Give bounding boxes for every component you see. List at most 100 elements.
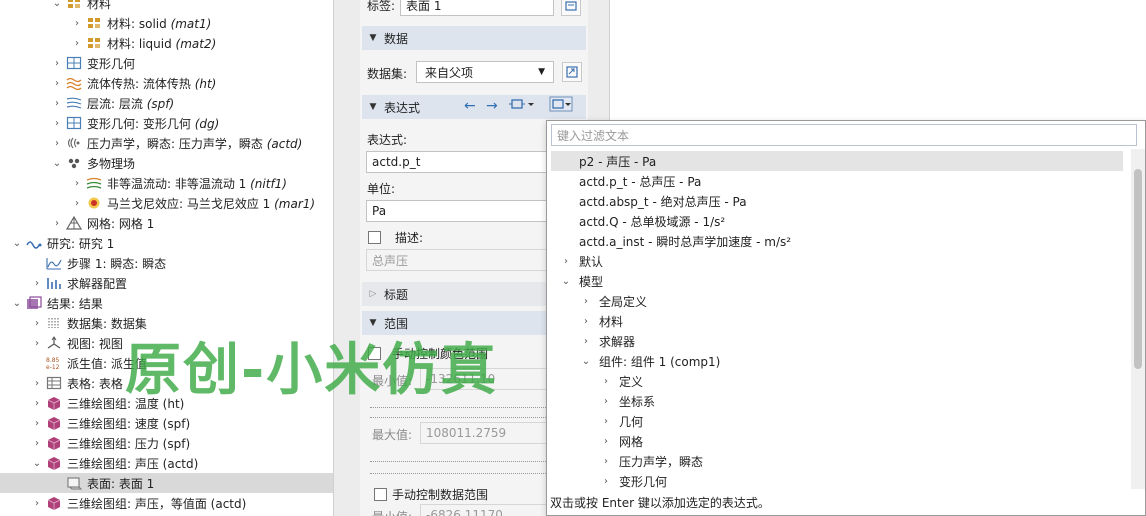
collapsed-chevron-icon[interactable]: ›: [30, 398, 44, 409]
collapsed-chevron-icon[interactable]: ›: [30, 498, 44, 509]
collapsed-chevron-icon[interactable]: ›: [70, 198, 84, 209]
expression-field[interactable]: actd.p_t: [366, 151, 566, 173]
expanded-chevron-icon[interactable]: ⌄: [10, 238, 24, 249]
label-field[interactable]: 表面 1: [400, 0, 554, 16]
unit-field[interactable]: Pa: [366, 200, 566, 222]
expression-group[interactable]: › 坐标系: [551, 391, 1123, 411]
tree-item[interactable]: ⌄ 多物理场: [0, 153, 333, 173]
tree-item[interactable]: › 网格: 网格 1: [0, 213, 333, 233]
collapsed-chevron-icon[interactable]: ›: [50, 138, 64, 149]
expression-group[interactable]: › 变形几何: [551, 471, 1123, 489]
collapsed-chevron-icon[interactable]: ›: [579, 296, 593, 307]
tree-item[interactable]: ⌄ 三维绘图组: 声压 (actd): [0, 453, 333, 473]
collapsed-chevron-icon[interactable]: ›: [70, 18, 84, 29]
scrollbar-thumb[interactable]: [1134, 169, 1142, 369]
collapsed-chevron-icon[interactable]: ›: [30, 338, 44, 349]
expression-group[interactable]: ⌄ 组件: 组件 1 (comp1): [551, 351, 1123, 371]
tree-item[interactable]: ⌄ 研究: 研究 1: [0, 233, 333, 253]
dataset-goto-button[interactable]: [562, 62, 582, 82]
tree-item[interactable]: 表面: 表面 1: [0, 473, 333, 493]
insert-expression-icon[interactable]: [549, 96, 577, 116]
filter-input[interactable]: 键入过滤文本: [551, 124, 1137, 146]
arrow-left-icon[interactable]: ←: [464, 98, 476, 114]
collapsed-chevron-icon[interactable]: ›: [599, 416, 613, 427]
description-checkbox[interactable]: [368, 231, 381, 244]
description-field[interactable]: 总声压: [366, 249, 566, 271]
expanded-chevron-icon[interactable]: ⌄: [50, 158, 64, 169]
expression-group[interactable]: › 压力声学，瞬态: [551, 451, 1123, 471]
expression-option-label: actd.p_t - 总声压 - Pa: [579, 174, 702, 189]
collapsed-chevron-icon[interactable]: ›: [579, 336, 593, 347]
collapsed-chevron-icon[interactable]: ›: [30, 318, 44, 329]
tree-item[interactable]: › 马兰戈尼效应: 马兰戈尼效应 1 (mar1): [0, 193, 333, 213]
expression-option[interactable]: actd.Q - 总单极域源 - 1/s²: [551, 211, 1123, 231]
collapsed-chevron-icon[interactable]: ›: [70, 178, 84, 189]
arrow-right-icon[interactable]: →: [486, 98, 498, 114]
expression-option-label: 模型: [579, 274, 604, 289]
collapsed-chevron-icon[interactable]: ›: [599, 476, 613, 487]
collapsed-chevron-icon[interactable]: ›: [50, 218, 64, 229]
expression-group[interactable]: › 求解器: [551, 331, 1123, 351]
max-caption: 最大值:: [372, 428, 413, 442]
collapsed-chevron-icon[interactable]: ›: [50, 98, 64, 109]
tree-item[interactable]: › 流体传热: 流体传热 (ht): [0, 73, 333, 93]
collapsed-chevron-icon[interactable]: ›: [30, 418, 44, 429]
expression-group[interactable]: › 默认: [551, 251, 1123, 271]
dataset-select[interactable]: 来自父项 ▼: [416, 61, 554, 83]
collapsed-chevron-icon[interactable]: ›: [70, 38, 84, 49]
expression-group[interactable]: › 定义: [551, 371, 1123, 391]
graphics-window[interactable]: [611, 0, 1146, 120]
collapsed-chevron-icon[interactable]: ›: [50, 58, 64, 69]
tree-item[interactable]: ⌄ 材料: [0, 0, 333, 13]
collapsed-chevron-icon[interactable]: ›: [599, 396, 613, 407]
tree-item[interactable]: 步骤 1: 瞬态: 瞬态: [0, 253, 333, 273]
expanded-chevron-icon[interactable]: ⌄: [579, 356, 593, 367]
collapsed-chevron-icon[interactable]: ›: [599, 456, 613, 467]
collapsed-chevron-icon[interactable]: ›: [599, 436, 613, 447]
results-icon: [26, 296, 42, 310]
expression-group[interactable]: ⌄ 模型: [551, 271, 1123, 291]
expression-option[interactable]: p2 - 声压 - Pa: [551, 151, 1123, 171]
collapsed-chevron-icon[interactable]: ›: [30, 378, 44, 389]
expression-option[interactable]: actd.a_inst - 瞬时总声学加速度 - m/s²: [551, 231, 1123, 251]
panel-splitter[interactable]: [333, 0, 360, 516]
expression-group[interactable]: › 网格: [551, 431, 1123, 451]
tree-item[interactable]: › 三维绘图组: 声压，等值面 (actd): [0, 493, 333, 513]
expanded-chevron-icon[interactable]: ⌄: [559, 276, 573, 287]
expression-option-label: 压力声学，瞬态: [619, 454, 704, 469]
popup-scrollbar[interactable]: [1131, 149, 1145, 489]
label-reset-button[interactable]: [561, 0, 581, 16]
tree-item[interactable]: › 非等温流动: 非等温流动 1 (nitf1): [0, 173, 333, 193]
tree-item[interactable]: › 材料: liquid (mat2): [0, 33, 333, 53]
manual-data-range-checkbox[interactable]: [374, 488, 387, 501]
expanded-chevron-icon[interactable]: ⌄: [10, 298, 24, 309]
tree-item[interactable]: ⌄ 结果: 结果: [0, 293, 333, 313]
collapsed-chevron-icon[interactable]: ›: [579, 316, 593, 327]
expression-option[interactable]: actd.p_t - 总声压 - Pa: [551, 171, 1123, 191]
collapsed-chevron-icon[interactable]: ›: [50, 78, 64, 89]
tree-item[interactable]: › 压力声学，瞬态: 压力声学，瞬态 (actd): [0, 133, 333, 153]
collapsed-chevron-icon[interactable]: ›: [50, 118, 64, 129]
collapsed-chevron-icon[interactable]: ›: [30, 278, 44, 289]
expression-option[interactable]: actd.absp_t - 绝对总声压 - Pa: [551, 191, 1123, 211]
tree-item[interactable]: › 求解器配置: [0, 273, 333, 293]
expression-group[interactable]: › 全局定义: [551, 291, 1123, 311]
tree-item[interactable]: › 变形几何: [0, 53, 333, 73]
expression-group[interactable]: › 材料: [551, 311, 1123, 331]
tree-item-tag: (spf): [146, 96, 175, 111]
collapsed-chevron-icon[interactable]: ›: [30, 438, 44, 449]
replace-expression-icon[interactable]: [509, 96, 535, 116]
dataset-caption: 数据集:: [367, 67, 408, 81]
tree-item[interactable]: › 层流: 层流 (spf): [0, 93, 333, 113]
expanded-chevron-icon[interactable]: ⌄: [30, 458, 44, 469]
tree-item-label: 压力声学，瞬态: 压力声学，瞬态 (actd): [87, 136, 303, 151]
collapsed-chevron-icon[interactable]: ›: [559, 256, 573, 267]
tree-item[interactable]: › 三维绘图组: 压力 (spf): [0, 433, 333, 453]
section-data[interactable]: ▼ 数据: [362, 26, 586, 50]
collapsed-chevron-icon[interactable]: ›: [599, 376, 613, 387]
expanded-chevron-icon[interactable]: ⌄: [50, 0, 64, 9]
tree-item[interactable]: › 三维绘图组: 速度 (spf): [0, 413, 333, 433]
tree-item[interactable]: › 变形几何: 变形几何 (dg): [0, 113, 333, 133]
expression-group[interactable]: › 几何: [551, 411, 1123, 431]
tree-item[interactable]: › 材料: solid (mat1): [0, 13, 333, 33]
